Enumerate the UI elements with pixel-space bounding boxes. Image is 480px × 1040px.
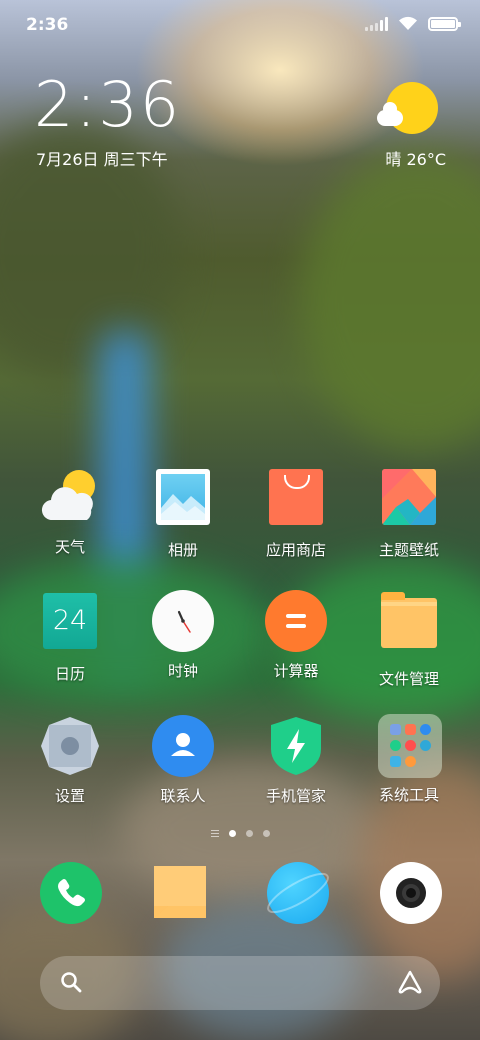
- app-store[interactable]: 应用商店: [241, 466, 351, 560]
- weather-summary: 晴 26°C: [385, 146, 446, 170]
- page-dot-active[interactable]: [228, 830, 236, 837]
- security-shield-icon: [265, 715, 327, 777]
- app-contacts[interactable]: 联系人: [128, 715, 238, 806]
- app-label: 应用商店: [265, 541, 326, 559]
- wifi-icon: [399, 16, 417, 30]
- settings-gear-icon: [39, 715, 101, 777]
- file-manager-icon: [378, 592, 440, 660]
- app-store-icon: [265, 469, 327, 531]
- dock-phone[interactable]: [40, 862, 102, 924]
- status-icons: [365, 16, 461, 31]
- weather-condition: 晴: [385, 150, 402, 169]
- page-dot[interactable]: [262, 830, 270, 837]
- weather-temperature: 26°C: [406, 150, 446, 169]
- search-bar[interactable]: [40, 956, 440, 1010]
- assistant-icon[interactable]: [396, 969, 424, 995]
- app-clock[interactable]: 时钟: [128, 590, 238, 681]
- app-gallery[interactable]: 相册: [128, 466, 238, 560]
- search-icon[interactable]: [60, 971, 82, 993]
- calculator-icon: [265, 590, 327, 652]
- app-security[interactable]: 手机管家: [241, 715, 351, 806]
- app-label: 日历: [54, 665, 85, 683]
- app-calendar[interactable]: 24 日历: [15, 590, 125, 684]
- app-settings[interactable]: 设置: [15, 715, 125, 806]
- themes-icon: [378, 469, 440, 531]
- app-label: 联系人: [160, 787, 206, 805]
- app-label: 手机管家: [265, 787, 326, 805]
- app-themes[interactable]: 主题壁纸: [354, 466, 464, 560]
- battery-icon: [428, 16, 461, 31]
- gallery-icon: [152, 469, 214, 531]
- status-time: 2:36: [26, 15, 69, 35]
- calendar-icon: 24: [39, 593, 101, 655]
- app-label: 相册: [167, 541, 198, 559]
- phone-icon: [58, 879, 85, 907]
- sunny-partly-cloudy-icon: [377, 82, 438, 134]
- camera-icon: [396, 878, 426, 908]
- weather-icon: [39, 466, 101, 528]
- dock-browser[interactable]: [267, 862, 329, 924]
- folder-icon: [378, 714, 442, 778]
- cellular-signal-icon: [365, 16, 388, 31]
- page-menu-icon[interactable]: [210, 830, 219, 837]
- app-label: 文件管理: [378, 670, 439, 688]
- calendar-day: 24: [43, 593, 97, 649]
- app-label: 时钟: [167, 662, 198, 680]
- page-indicator[interactable]: [0, 830, 480, 837]
- dock-messages[interactable]: [154, 862, 216, 924]
- dock-camera[interactable]: [380, 862, 442, 924]
- app-weather[interactable]: 天气: [15, 466, 125, 557]
- clock-widget-date[interactable]: 7月26日 周三下午: [36, 146, 168, 170]
- clock-icon: [152, 590, 214, 652]
- browser-icon: [267, 872, 329, 914]
- weather-widget[interactable]: 晴 26°C: [376, 82, 446, 169]
- page-dot[interactable]: [245, 830, 253, 837]
- app-calculator[interactable]: 计算器: [241, 590, 351, 681]
- messages-icon: [154, 866, 206, 918]
- clock-widget-time[interactable]: 2:36: [34, 74, 181, 136]
- app-folder-system-tools[interactable]: 系统工具: [354, 714, 464, 805]
- app-label: 系统工具: [378, 786, 439, 804]
- app-label: 天气: [54, 538, 85, 556]
- status-bar: 2:36: [0, 0, 480, 50]
- app-file-manager[interactable]: 文件管理: [354, 590, 464, 689]
- app-label: 主题壁纸: [378, 541, 439, 559]
- contacts-icon: [152, 715, 214, 777]
- app-label: 计算器: [273, 662, 319, 680]
- app-label: 设置: [54, 787, 85, 805]
